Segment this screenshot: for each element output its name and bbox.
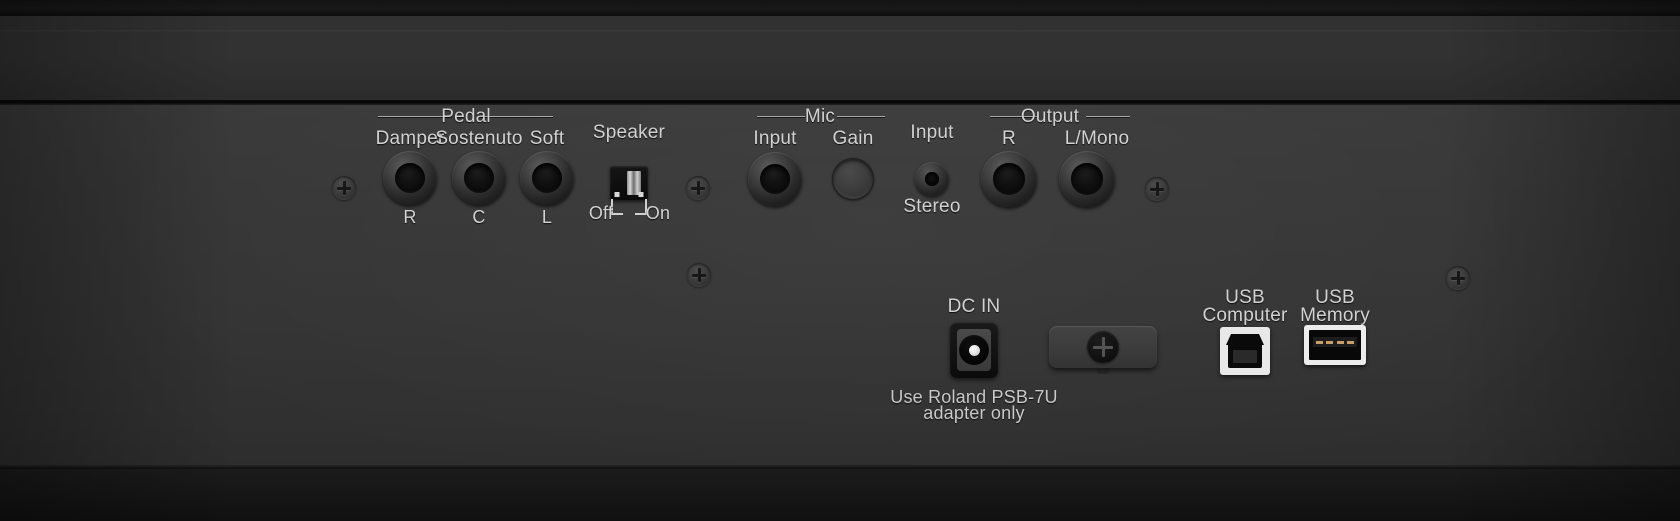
pedal-damper-label: Damper: [375, 128, 445, 149]
pedal-damper-sublabel: R: [403, 207, 417, 227]
dc-in-jack[interactable]: [950, 322, 998, 378]
dc-in-barrel: [959, 335, 989, 365]
power-caption-line2: adapter only: [923, 403, 1025, 423]
speaker-on-label: On: [645, 203, 671, 223]
chassis-top-edge: [0, 0, 1680, 16]
rear-connector-panel: Pedal Damper Sostenuto Soft R C L Speake…: [0, 0, 1680, 521]
chassis-bottom-edge: [0, 469, 1680, 521]
aux-stereo-input-jack[interactable]: [915, 162, 949, 196]
chassis-upper-highlight: [0, 30, 1680, 32]
connector-face: [0, 105, 1680, 465]
mic-group-title: Mic: [804, 106, 836, 127]
usb-computer-label-line2: Computer: [1202, 305, 1288, 326]
speaker-off-label: Off: [588, 203, 614, 223]
pedal-group-title: Pedal: [441, 106, 491, 127]
mic-input-label: Input: [753, 128, 797, 149]
pedal-soft-sublabel: L: [541, 207, 553, 227]
mic-group-rule-left: [757, 116, 805, 117]
panel-screw-icon-3: [1145, 177, 1169, 201]
cord-hook-bracket[interactable]: [1049, 326, 1157, 368]
panel-screw-icon-4: [1446, 266, 1470, 290]
usb-type-a-icon: [1309, 330, 1361, 360]
usb-computer-port[interactable]: [1220, 327, 1270, 375]
pedal-sostenuto-sublabel: C: [472, 207, 486, 227]
usb-type-b-icon: [1226, 334, 1264, 368]
mic-gain-knob[interactable]: [832, 158, 874, 200]
panel-screw-icon-5: [687, 263, 711, 287]
speaker-label: Speaker: [592, 122, 666, 143]
aux-stereo-label: Stereo: [903, 196, 961, 217]
mic-group-rule-right: [837, 116, 885, 117]
speaker-switch-off-dot: [614, 192, 620, 197]
pedal-group-rule-right: [481, 116, 553, 117]
panel-screw-icon-1: [332, 176, 356, 200]
chassis-upper-face: [0, 16, 1680, 100]
output-r-jack[interactable]: [981, 151, 1037, 207]
cord-hook-screw-icon[interactable]: [1087, 331, 1119, 363]
dc-in-label: DC IN: [947, 296, 1001, 317]
aux-input-label: Input: [910, 122, 954, 143]
output-r-label: R: [1002, 128, 1016, 149]
pedal-soft-jack[interactable]: [520, 151, 574, 205]
speaker-switch-on-dot: [638, 192, 644, 197]
mic-gain-label: Gain: [832, 128, 874, 149]
pedal-damper-jack[interactable]: [383, 151, 437, 205]
dc-in-collar: [957, 329, 991, 371]
pedal-group-rule-left: [378, 116, 450, 117]
output-l-mono-jack[interactable]: [1059, 151, 1115, 207]
output-group-title: Output: [1020, 106, 1080, 127]
output-l-mono-label: L/Mono: [1064, 128, 1130, 149]
panel-screw-icon-2: [686, 176, 710, 200]
dc-in-center-pin: [968, 344, 980, 356]
pedal-soft-label: Soft: [529, 128, 565, 149]
pedal-sostenuto-label: Sostenuto: [435, 128, 523, 149]
mic-input-jack[interactable]: [748, 152, 802, 206]
usb-memory-port[interactable]: [1304, 325, 1366, 365]
pedal-sostenuto-jack[interactable]: [452, 151, 506, 205]
output-group-rule-right: [1086, 116, 1130, 117]
